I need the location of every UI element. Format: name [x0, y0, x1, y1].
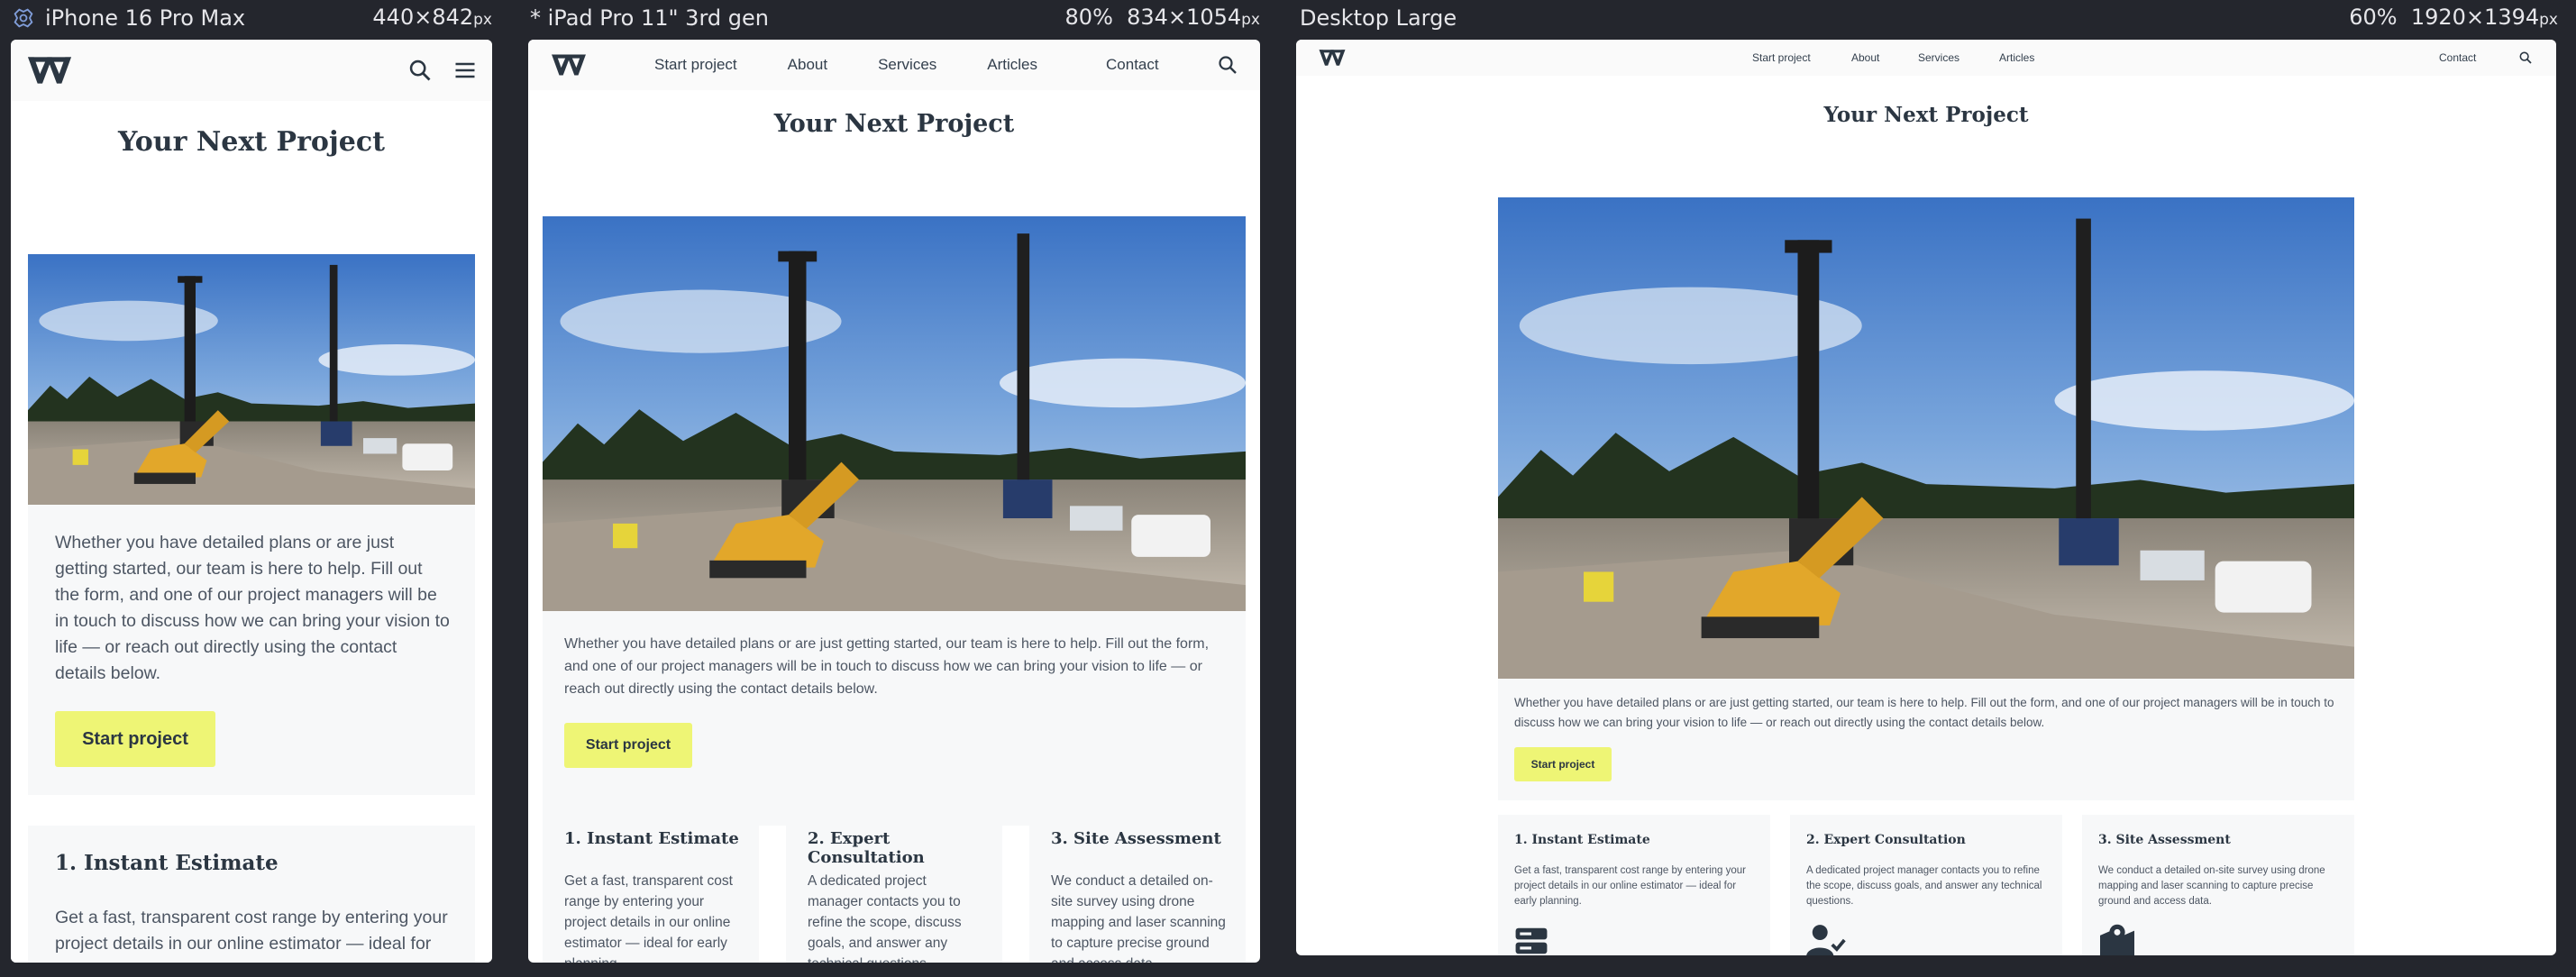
step-card-1: 1. Instant Estimate Get a fast, transpar… — [543, 808, 759, 963]
page-title: Your Next Project — [1823, 103, 2029, 127]
start-project-button[interactable]: Start project — [564, 723, 692, 768]
step-title: 3. Site Assessment — [2098, 833, 2231, 847]
nav-about[interactable]: About — [1851, 51, 1879, 64]
device-name[interactable]: * iPad Pro 11" 3rd gen — [530, 0, 769, 36]
intro-text: Whether you have detailed plans or are j… — [55, 533, 450, 683]
search-icon[interactable] — [1217, 54, 1238, 76]
step-text: Get a fast, transparent cost range by en… — [564, 873, 733, 963]
ipad-frame: Start project About Services Articles Co… — [528, 40, 1260, 963]
step-text: Get a fast, transparent cost range by en… — [55, 908, 448, 963]
nav-services[interactable]: Services — [878, 56, 936, 74]
server-icon — [1515, 927, 1548, 954]
search-icon[interactable] — [2518, 50, 2533, 65]
logo-icon[interactable] — [25, 52, 74, 88]
device-dimensions: 80% 834×1054px — [1064, 4, 1260, 30]
navbar: Start project About Services Articles Co… — [1296, 40, 2556, 76]
start-project-button[interactable]: Start project — [1514, 747, 1612, 781]
search-icon[interactable] — [407, 58, 433, 83]
intro-card: Whether you have detailed plans or are j… — [543, 611, 1246, 826]
nav-articles[interactable]: Articles — [987, 56, 1037, 74]
desktop-frame: Start project About Services Articles Co… — [1296, 40, 2556, 955]
step-title: 1. Instant Estimate — [564, 829, 739, 848]
device-name[interactable]: Desktop Large — [1300, 0, 1457, 36]
nav-services[interactable]: Services — [1918, 51, 1959, 64]
intro-text: Whether you have detailed plans or are j… — [1514, 696, 2334, 729]
nav-articles[interactable]: Articles — [1999, 51, 2034, 64]
start-project-button[interactable]: Start project — [55, 711, 215, 767]
step-card-3: 3. Site Assessment We conduct a detailed… — [2082, 815, 2354, 955]
step-title: 2. Expert Consultation — [808, 829, 925, 867]
construction-photo — [28, 254, 475, 505]
step-card-1: 1. Instant Estimate Get a fast, transpar… — [28, 826, 475, 963]
nav-about[interactable]: About — [788, 56, 827, 74]
step-text: A dedicated project manager contacts you… — [808, 873, 962, 963]
device-dimensions: 60% 1920×1394px — [2349, 4, 2558, 30]
user-check-icon — [1806, 925, 1846, 955]
nav-contact[interactable]: Contact — [2439, 51, 2476, 64]
step-title: 3. Site Assessment — [1051, 829, 1221, 848]
page-title: Your Next Project — [117, 126, 385, 158]
step-text: Get a fast, transparent cost range by en… — [1514, 865, 1746, 907]
device-name[interactable]: iPhone 16 Pro Max — [45, 0, 245, 36]
device-header-1: iPhone 16 Pro Max 440×842px — [11, 0, 492, 36]
intro-card: Whether you have detailed plans or are j… — [1498, 679, 2354, 800]
step-card-3: 3. Site Assessment We conduct a detailed… — [1029, 808, 1246, 963]
nav-start-project[interactable]: Start project — [1752, 51, 1811, 64]
logo-icon[interactable] — [550, 50, 588, 79]
step-text: We conduct a detailed on-site survey usi… — [1051, 873, 1226, 963]
construction-photo — [543, 216, 1246, 611]
step-title: 2. Expert Consultation — [1806, 833, 1966, 847]
map-pin-icon — [2100, 924, 2134, 955]
device-header-2: * iPad Pro 11" 3rd gen 80% 834×1054px — [530, 0, 1260, 36]
device-dimensions: 440×842px — [372, 4, 492, 30]
device-header-3: Desktop Large 60% 1920×1394px — [1300, 0, 2558, 36]
page-title: Your Next Project — [773, 110, 1015, 138]
settings-icon[interactable] — [11, 5, 36, 31]
intro-card: Whether you have detailed plans or are j… — [28, 505, 475, 795]
step-card-1: 1. Instant Estimate Get a fast, transpar… — [1498, 815, 1770, 955]
step-title: 1. Instant Estimate — [1514, 833, 1650, 847]
step-card-2: 2. Expert Consultation A dedicated proje… — [786, 808, 1002, 963]
construction-photo — [1498, 197, 2354, 679]
hamburger-menu-icon[interactable] — [452, 58, 478, 83]
navbar — [11, 40, 492, 101]
nav-start-project[interactable]: Start project — [654, 56, 737, 74]
iphone-frame: Your Next Project Whether you have detai… — [11, 40, 492, 963]
navbar: Start project About Services Articles Co… — [528, 40, 1260, 90]
step-title: 1. Instant Estimate — [55, 851, 279, 875]
intro-text: Whether you have detailed plans or are j… — [564, 636, 1210, 697]
nav-contact[interactable]: Contact — [1106, 56, 1159, 74]
step-text: We conduct a detailed on-site survey usi… — [2098, 865, 2325, 907]
step-card-2: 2. Expert Consultation A dedicated proje… — [1790, 815, 2062, 955]
step-text: A dedicated project manager contacts you… — [1806, 865, 2042, 907]
logo-icon[interactable] — [1318, 47, 1347, 68]
